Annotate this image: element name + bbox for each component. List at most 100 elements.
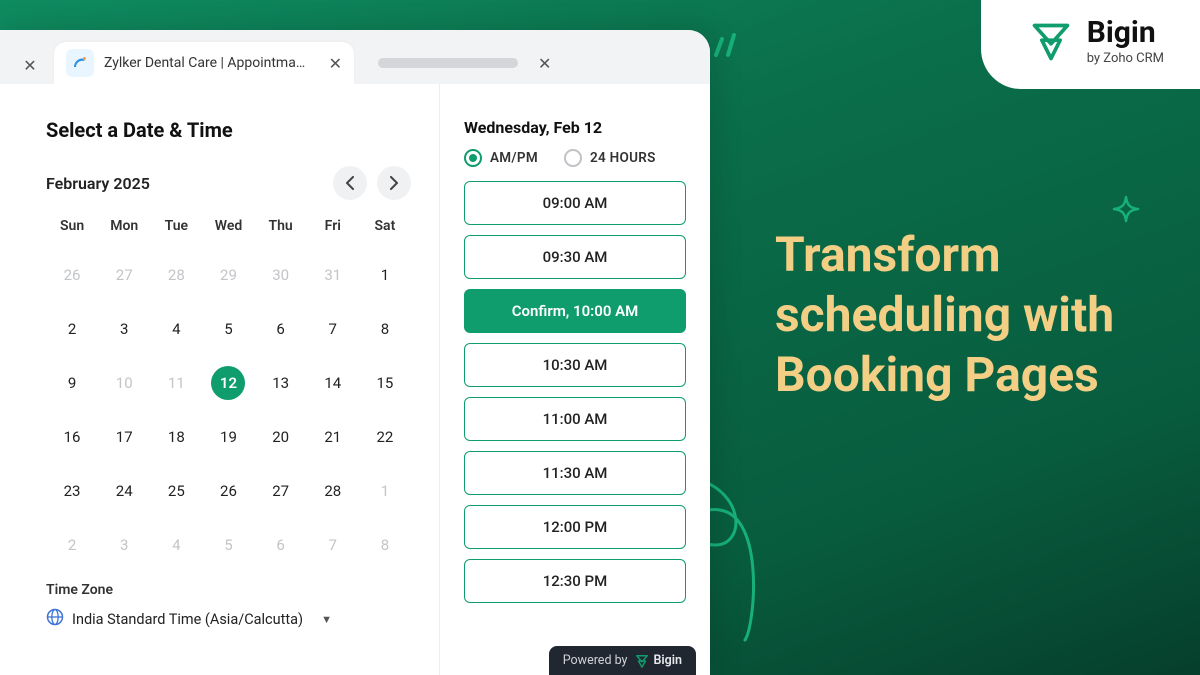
page-title: Select a Date & Time [46,118,411,142]
calendar-day: 28 [150,258,202,292]
weekday-header: Sun [46,218,98,238]
timezone-select[interactable]: India Standard Time (Asia/Calcutta) ▼ [46,608,411,630]
calendar-day[interactable]: 21 [307,420,359,454]
calendar-day[interactable]: 20 [255,420,307,454]
calendar-day[interactable]: 24 [98,474,150,508]
calendar-day: 4 [150,528,202,562]
timeslot-button[interactable]: 10:30 AM [464,343,686,387]
calendar-panel: Select a Date & Time February 2025 SunMo… [0,84,440,675]
calendar-day: 10 [98,366,150,400]
weekday-header: Mon [98,218,150,238]
tab-favicon-icon [66,49,94,77]
calendar-day: 26 [46,258,98,292]
calendar-day[interactable]: 15 [359,366,411,400]
brand-text: Bigin by Zoho CRM [1087,18,1164,65]
calendar-day[interactable]: 14 [307,366,359,400]
month-nav: February 2025 [46,166,411,200]
calendar-day[interactable]: 25 [150,474,202,508]
inactive-tab[interactable]: ✕ [378,42,551,84]
calendar-day[interactable]: 8 [359,312,411,346]
format-24h-label: 24 HOURS [590,150,656,166]
calendar-day: 30 [255,258,307,292]
inactive-tab-placeholder [378,58,518,68]
next-month-button[interactable] [377,166,411,200]
powered-by-badge[interactable]: Powered by Bigin [549,646,696,675]
selected-date-label: Wednesday, Feb 12 [464,118,686,137]
calendar-day[interactable]: 26 [202,474,254,508]
calendar-day: 31 [307,258,359,292]
calendar-day[interactable]: 7 [307,312,359,346]
format-ampm-radio[interactable]: AM/PM [464,149,538,167]
timeslot-list: 09:00 AM 09:30 AM Confirm, 10:00 AM 10:30 A… [464,181,686,603]
calendar-day-selected[interactable]: 12 [202,366,254,400]
calendar-day: 27 [98,258,150,292]
calendar-day[interactable]: 17 [98,420,150,454]
calendar-day: 7 [307,528,359,562]
calendar-day[interactable]: 13 [255,366,307,400]
accent-sparkle-icon [710,25,746,65]
caret-down-icon: ▼ [321,613,332,626]
calendar-day: 5 [202,528,254,562]
calendar-day[interactable]: 19 [202,420,254,454]
bigin-mark-icon [635,654,649,668]
brand-subtitle: by Zoho CRM [1087,52,1164,65]
active-tab[interactable]: Zylker Dental Care | Appointma… ✕ [54,42,354,84]
calendar-day[interactable]: 9 [46,366,98,400]
calendar-day[interactable]: 22 [359,420,411,454]
calendar-day: 11 [150,366,202,400]
tab-title: Zylker Dental Care | Appointma… [104,55,319,71]
timezone-block: Time Zone India Standard Time (Asia/Calc… [46,582,411,630]
timeslot-panel: Wednesday, Feb 12 AM/PM 24 HOURS 09:00 A… [440,84,710,675]
calendar-day: 3 [98,528,150,562]
calendar-day[interactable]: 3 [98,312,150,346]
globe-icon [46,608,64,630]
calendar-day[interactable]: 28 [307,474,359,508]
calendar-day: 2 [46,528,98,562]
inactive-tab-close-icon[interactable]: ✕ [538,54,551,73]
timeslot-button[interactable]: 09:30 AM [464,235,686,279]
tab-close-icon[interactable]: ✕ [329,54,342,73]
radio-icon [464,149,482,167]
browser-tabbar: ✕ Zylker Dental Care | Appointma… ✕ ✕ [0,30,710,84]
timeslot-confirm-button[interactable]: Confirm, 10:00 AM [464,289,686,333]
calendar-day[interactable]: 23 [46,474,98,508]
powered-prefix: Powered by [563,653,628,668]
chevron-right-icon [389,176,399,190]
brand-name: Bigin [1087,18,1164,48]
booking-window: ✕ Zylker Dental Care | Appointma… ✕ ✕ Se… [0,30,710,675]
timeslot-button[interactable]: 09:00 AM [464,181,686,225]
timeslot-button[interactable]: 11:30 AM [464,451,686,495]
calendar-day[interactable]: 6 [255,312,307,346]
calendar-day[interactable]: 18 [150,420,202,454]
timeslot-button[interactable]: 12:30 PM [464,559,686,603]
prev-month-button[interactable] [333,166,367,200]
calendar-day[interactable]: 5 [202,312,254,346]
chevron-left-icon [345,176,355,190]
timeslot-button[interactable]: 12:00 PM [464,505,686,549]
radio-icon [564,149,582,167]
format-ampm-label: AM/PM [490,150,538,166]
weekday-header: Thu [255,218,307,238]
calendar-day[interactable]: 2 [46,312,98,346]
weekday-header: Fri [307,218,359,238]
hero-headline: Transform scheduling with Booking Pages [775,225,1155,405]
calendar-day[interactable]: 1 [359,258,411,292]
weekday-header: Wed [202,218,254,238]
calendar-day[interactable]: 16 [46,420,98,454]
month-label: February 2025 [46,174,150,193]
prev-tab-close-icon[interactable]: ✕ [10,46,50,84]
calendar-grid: SunMonTueWedThuFriSat2627282930311234567… [46,218,411,562]
calendar-day: 29 [202,258,254,292]
weekday-header: Sat [359,218,411,238]
format-24h-radio[interactable]: 24 HOURS [564,149,656,167]
calendar-day: 1 [359,474,411,508]
booking-content: Select a Date & Time February 2025 SunMo… [0,84,710,675]
timezone-value: India Standard Time (Asia/Calcutta) [72,611,303,628]
bigin-logo-icon [1029,20,1073,64]
calendar-day[interactable]: 4 [150,312,202,346]
timeslot-button[interactable]: 11:00 AM [464,397,686,441]
powered-brand: Bigin [635,653,682,668]
time-format-toggle: AM/PM 24 HOURS [464,149,686,167]
calendar-day[interactable]: 27 [255,474,307,508]
calendar-day: 6 [255,528,307,562]
